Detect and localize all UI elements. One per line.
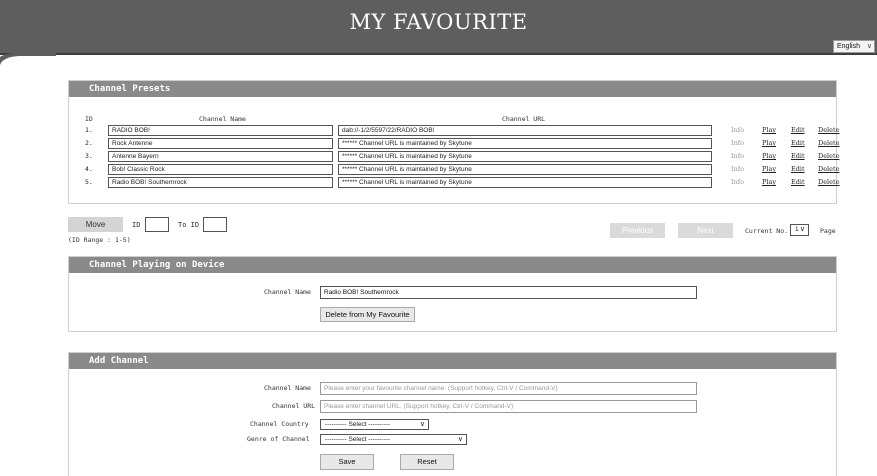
genre-select[interactable]: ---------- Select ---------- ∨ — [320, 434, 467, 445]
edit-link[interactable]: Edit — [791, 139, 805, 147]
delete-from-favourite-button[interactable]: Delete from My Favourite — [320, 307, 415, 322]
row-id: 3. — [85, 152, 93, 160]
channel-name-label: Channel Name — [264, 384, 311, 392]
info-link: Info — [731, 165, 745, 173]
channel-url-field[interactable]: dab://-1/2/5597/22/RADIO BOB! — [338, 125, 712, 136]
play-link[interactable]: Play — [762, 178, 776, 186]
page-label: Page — [820, 227, 836, 235]
language-value: English — [837, 43, 860, 50]
channel-name-input[interactable]: Please enter your favourite channel name… — [320, 382, 697, 395]
chevron-down-icon: ∨ — [457, 436, 463, 443]
move-button[interactable]: Move — [68, 217, 123, 232]
panel-heading: Add Channel — [69, 353, 836, 369]
add-channel-panel: Add Channel Channel Name Please enter yo… — [68, 352, 837, 476]
channel-url-field[interactable]: ****** Channel URL is maintained by Skyt… — [338, 164, 712, 175]
column-header-name: Channel Name — [199, 115, 246, 123]
header-bar: MY FAVOURITE English ∨ — [0, 0, 877, 55]
table-row: 1. RADIO BOB! dab://-1/2/5597/22/RADIO B… — [69, 125, 839, 136]
move-id-input[interactable] — [145, 217, 169, 232]
channel-name-field[interactable]: Rock Antenne — [108, 138, 333, 149]
id-range-text: (ID Range : 1-5) — [68, 236, 131, 244]
playing-channel-name-field[interactable]: Radio BOB! Southernrock — [320, 286, 697, 299]
info-link: Info — [731, 139, 745, 147]
channel-name-label: Channel Name — [264, 288, 311, 296]
table-row: 2. Rock Antenne ****** Channel URL is ma… — [69, 138, 839, 149]
channel-url-field[interactable]: ****** Channel URL is maintained by Skyt… — [338, 151, 712, 162]
table-row: 4. Bob! Classic Rock ****** Channel URL … — [69, 164, 839, 175]
channel-url-label: Channel URL — [272, 402, 316, 410]
page-title: MY FAVOURITE — [349, 10, 528, 34]
column-header-id: ID — [85, 115, 93, 123]
channel-name-field[interactable]: RADIO BOB! — [108, 125, 333, 136]
header-curve — [0, 56, 60, 68]
play-link[interactable]: Play — [762, 126, 776, 134]
language-select[interactable]: English ∨ — [833, 40, 875, 53]
row-id: 1. — [85, 126, 93, 134]
current-page-value: 1 — [795, 226, 799, 233]
channel-presets-panel: Channel Presets ID Channel Name Channel … — [68, 80, 839, 204]
edit-link[interactable]: Edit — [791, 165, 805, 173]
delete-link[interactable]: Delete — [818, 139, 839, 147]
play-link[interactable]: Play — [762, 139, 776, 147]
info-link: Info — [731, 126, 745, 134]
channel-name-field[interactable]: Radio BOB! Southernrock — [108, 177, 333, 188]
channel-playing-panel: Channel Playing on Device Channel Name R… — [68, 256, 837, 332]
panel-heading: Channel Presets — [69, 81, 836, 97]
channel-name-field[interactable]: Bob! Classic Rock — [108, 164, 333, 175]
channel-url-field[interactable]: ****** Channel URL is maintained by Skyt… — [338, 177, 712, 188]
info-link: Info — [731, 178, 745, 186]
previous-button[interactable]: Previous — [610, 223, 665, 238]
current-no-label: Current No. — [745, 227, 789, 235]
move-to-id-input[interactable] — [203, 217, 227, 232]
play-link[interactable]: Play — [762, 152, 776, 160]
row-id: 5. — [85, 178, 93, 186]
channel-url-input[interactable]: Please enter channel URL. (Support hotke… — [320, 400, 697, 413]
info-link: Info — [731, 152, 745, 160]
column-header-url: Channel URL — [502, 115, 546, 123]
edit-link[interactable]: Edit — [791, 126, 805, 134]
delete-link[interactable]: Delete — [818, 126, 839, 134]
channel-url-field[interactable]: ****** Channel URL is maintained by Skyt… — [338, 138, 712, 149]
play-link[interactable]: Play — [762, 165, 776, 173]
panel-heading: Channel Playing on Device — [69, 257, 836, 273]
delete-link[interactable]: Delete — [818, 152, 839, 160]
chevron-down-icon: ∨ — [419, 421, 425, 428]
chevron-down-icon: ∨ — [799, 226, 805, 233]
genre-value: ---------- Select ---------- — [325, 436, 390, 443]
table-row: 5. Radio BOB! Southernrock ****** Channe… — [69, 177, 839, 188]
genre-label: Genre of Channel — [247, 435, 310, 443]
edit-link[interactable]: Edit — [791, 152, 805, 160]
current-page-select[interactable]: 1 ∨ — [790, 224, 809, 236]
next-button[interactable]: Next — [678, 223, 733, 238]
chevron-down-icon: ∨ — [866, 43, 872, 50]
row-id: 4. — [85, 165, 93, 173]
delete-link[interactable]: Delete — [818, 165, 839, 173]
edit-link[interactable]: Edit — [791, 178, 805, 186]
move-id-label: ID — [132, 221, 141, 229]
delete-link[interactable]: Delete — [818, 178, 839, 186]
channel-country-label: Channel Country — [250, 420, 309, 428]
row-id: 2. — [85, 139, 93, 147]
table-row: 3. Antenne Bayern ****** Channel URL is … — [69, 151, 839, 162]
reset-button[interactable]: Reset — [400, 454, 454, 470]
move-to-id-label: To ID — [178, 221, 200, 229]
channel-country-value: ---------- Select ---------- — [325, 421, 390, 428]
channel-name-field[interactable]: Antenne Bayern — [108, 151, 333, 162]
channel-country-select[interactable]: ---------- Select ---------- ∨ — [320, 419, 429, 430]
save-button[interactable]: Save — [320, 454, 374, 470]
